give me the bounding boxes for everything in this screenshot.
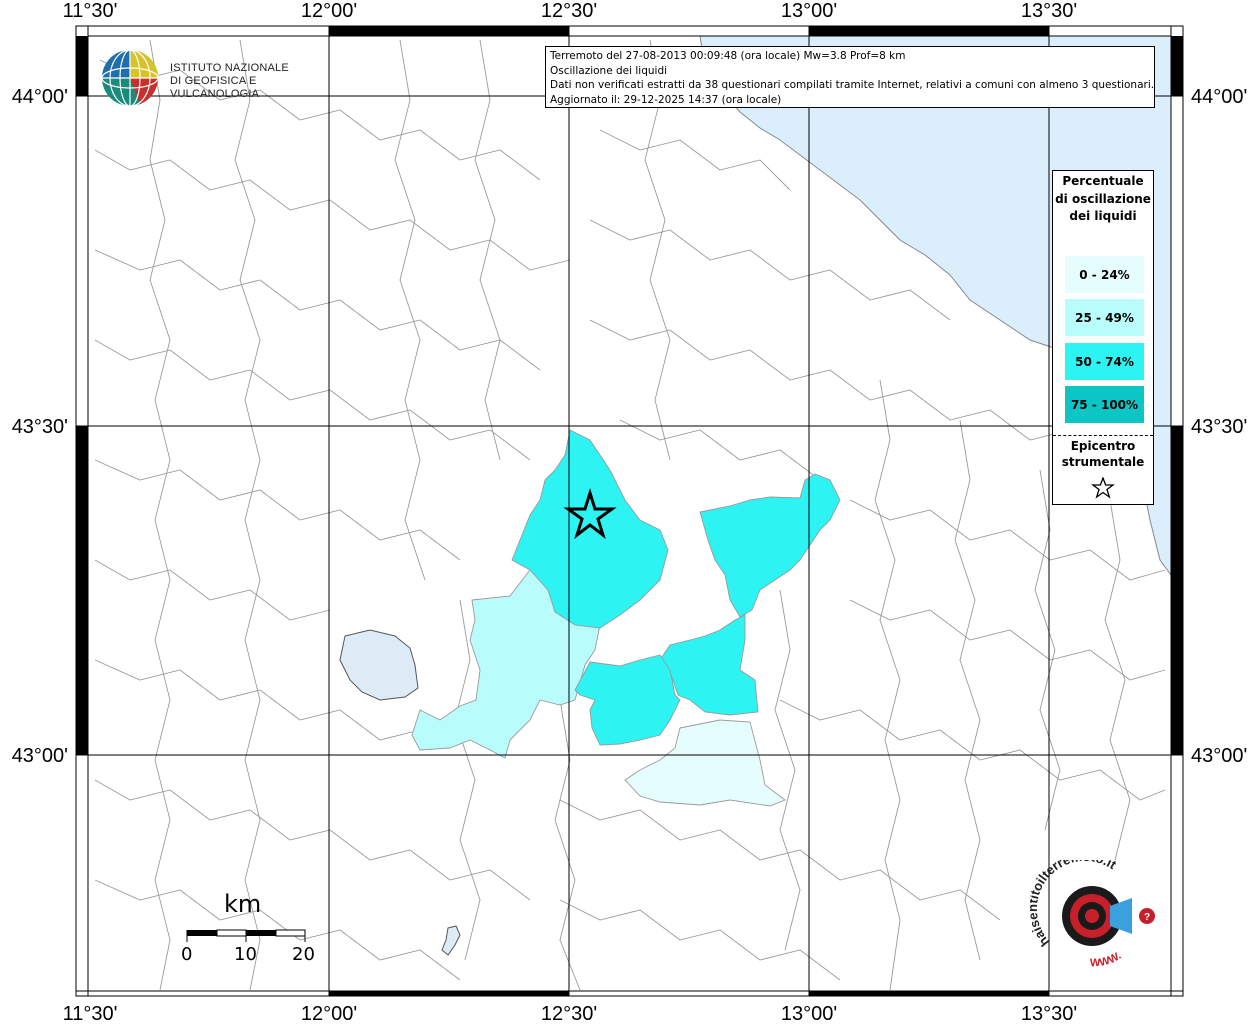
event-updated: Aggiornato il: 29-12-2025 14:37 (ora loc… (550, 93, 782, 106)
longitude-labels-top: 11°30' 12°00' 12°30' 13°00' 13°30' (63, 0, 1078, 22)
lon-label-bottom: 11°30' (63, 1003, 118, 1024)
haisentitoilterremoto-logo: ? haisentitoilterremoto.it WWW. (1025, 849, 1165, 980)
legend-class-1: 25 - 49% (1065, 299, 1144, 336)
epicenter-label: Epicentro strumentale (1061, 439, 1145, 469)
lat-label-right: 43°30' (1191, 416, 1247, 438)
lat-label-right: 44°00' (1191, 86, 1247, 108)
event-data-note: Dati non verificati estratti da 38 quest… (550, 79, 1155, 92)
scale-tick-10: 10 (234, 944, 257, 965)
svg-text:WWW.: WWW. (1090, 950, 1124, 969)
legend-divider (1053, 435, 1153, 436)
lon-label-bottom: 13°30' (1021, 1003, 1077, 1024)
event-subtitle: Oscillazione dei liquidi (550, 64, 668, 77)
event-info-box: Terremoto del 27-08-2013 00:09:48 (ora l… (545, 46, 1155, 108)
ingv-logo: ISTITUTO NAZIONALE DI GEOFISICA E VULCAN… (100, 46, 310, 110)
legend-class-0: 0 - 24% (1065, 256, 1144, 293)
lat-label-right: 43°00' (1191, 745, 1247, 767)
epicenter-star-icon (1091, 477, 1115, 499)
legend-class-2: 50 - 74% (1065, 343, 1144, 380)
svg-text:?: ? (1144, 912, 1150, 923)
scale-unit: km (224, 890, 262, 918)
hsi-target-icon: ? haisentitoilterremoto.it WWW. (1025, 849, 1155, 969)
lon-label-top: 12°30' (541, 0, 597, 22)
lon-label-bottom: 12°00' (301, 1003, 357, 1024)
ingv-name-line2: DI GEOFISICA E VULCANOLOGIA (170, 75, 260, 100)
scale-tick-20: 20 (292, 944, 315, 965)
legend-class-3: 75 - 100% (1065, 386, 1144, 423)
hsi-logo-url: WWW. (1090, 950, 1124, 969)
ingv-name-line1: ISTITUTO NAZIONALE (170, 62, 289, 74)
lat-label-left: 43°00' (12, 745, 68, 767)
lon-label-top: 13°00' (781, 0, 837, 22)
lat-label-left: 44°00' (12, 86, 68, 108)
lon-label-top: 11°30' (63, 0, 118, 22)
scale-tick-0: 0 (181, 944, 193, 965)
lat-label-left: 43°30' (12, 416, 68, 438)
lon-label-bottom: 12°30' (541, 1003, 597, 1024)
latitude-labels-right: 44°00' 43°30' 43°00' (1191, 86, 1247, 767)
lon-label-top: 13°30' (1021, 0, 1077, 22)
scale-bar: km 0 10 20 (180, 890, 320, 970)
latitude-labels-left: 44°00' 43°30' 43°00' (12, 86, 68, 767)
lon-label-top: 12°00' (301, 0, 357, 22)
legend: Percentuale di oscillazione dei liquidi … (1052, 170, 1154, 505)
legend-title: Percentuale di oscillazione dei liquidi (1055, 174, 1151, 223)
longitude-labels-bottom: 11°30' 12°00' 12°30' 13°00' 13°30' (63, 1003, 1078, 1024)
lon-label-bottom: 13°00' (781, 1003, 837, 1024)
event-line: Terremoto del 27-08-2013 00:09:48 (ora l… (550, 50, 906, 62)
globe-icon (101, 49, 159, 107)
